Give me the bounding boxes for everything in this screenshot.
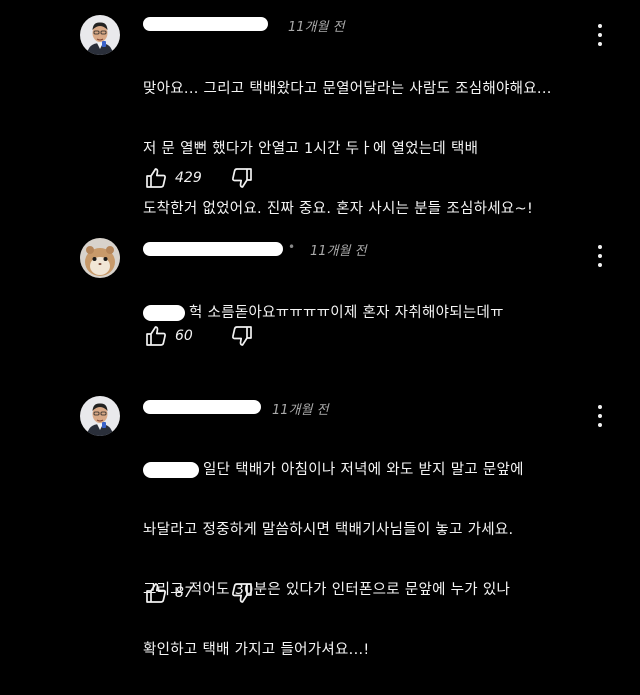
comment-time[interactable]: 11개월 전 (310, 240, 367, 259)
dot-icon (598, 405, 602, 409)
more-options-button[interactable] (596, 245, 604, 267)
avatar[interactable] (80, 238, 120, 278)
man-portrait-icon (80, 15, 120, 55)
author-name-redacted[interactable] (143, 17, 268, 31)
comment-line-text: 일단 택배가 아침이나 저녁에 와도 받지 말고 문앞에 (203, 462, 524, 478)
comment-actions: 60 (143, 324, 255, 348)
thumbs-up-icon[interactable] (143, 324, 169, 348)
mention-redacted[interactable] (143, 462, 199, 478)
comment-text: 맞아요... 그리고 택배왔다고 문열어달라는 사람도 조심해야해요... 저 … (143, 44, 552, 254)
thumbs-up-icon[interactable] (143, 581, 169, 605)
comment-text: 일단 택배가 아침이나 저녁에 와도 받지 말고 문앞에 놔달라고 정중하게 말… (143, 425, 524, 695)
dot-icon (598, 423, 602, 427)
comment-actions: 87 (143, 581, 255, 605)
dot-icon (598, 263, 602, 267)
dot-icon (598, 33, 602, 37)
comment-line: 일단 택배가 아침이나 저녁에 와도 받지 말고 문앞에 (143, 455, 524, 485)
comment-line: 도착한거 없었어요. 진짜 중요. 혼자 사시는 분들 조심하세요~! (143, 201, 534, 217)
more-options-button[interactable] (596, 405, 604, 427)
mention-redacted[interactable] (143, 305, 185, 321)
hamster-icon (80, 238, 120, 278)
like-count: 87 (175, 585, 193, 601)
author-name-redacted[interactable] (143, 242, 283, 256)
comment-actions: 429 (143, 166, 255, 190)
comment-line: 저 문 열뻔 했다가 안열고 1시간 두ㅏ에 열었는데 택배 (143, 141, 479, 157)
comment-line: 놔달라고 정중하게 말씀하시면 택배기사님들이 놓고 가세요. (143, 522, 514, 538)
comment-time[interactable]: 11개월 전 (272, 399, 329, 418)
like-count: 60 (175, 328, 193, 344)
thumbs-down-icon[interactable] (229, 166, 255, 190)
dot-icon (598, 254, 602, 258)
avatar[interactable] (80, 396, 120, 436)
dot-icon (598, 42, 602, 46)
thumbs-down-icon[interactable] (229, 324, 255, 348)
author-name-redacted[interactable] (143, 400, 261, 414)
more-options-button[interactable] (596, 24, 604, 46)
separator-dot: • (288, 240, 296, 254)
thumbs-up-icon[interactable] (143, 166, 169, 190)
comment-time[interactable]: 11개월 전 (288, 16, 345, 35)
avatar[interactable] (80, 15, 120, 55)
man-portrait-icon (80, 396, 120, 436)
thumbs-down-icon[interactable] (229, 581, 255, 605)
dot-icon (598, 414, 602, 418)
like-count: 429 (175, 170, 202, 186)
comment-line-text: 헉 소름돋아요ㅠㅠㅠㅠ이제 혼자 자취해야되는데ㅠ (189, 305, 504, 321)
comment-line: 맞아요... 그리고 택배왔다고 문열어달라는 사람도 조심해야해요... (143, 81, 552, 97)
dot-icon (598, 24, 602, 28)
comment-line: 확인하고 택배 가지고 들어가셔요...! (143, 642, 370, 658)
dot-icon (598, 245, 602, 249)
